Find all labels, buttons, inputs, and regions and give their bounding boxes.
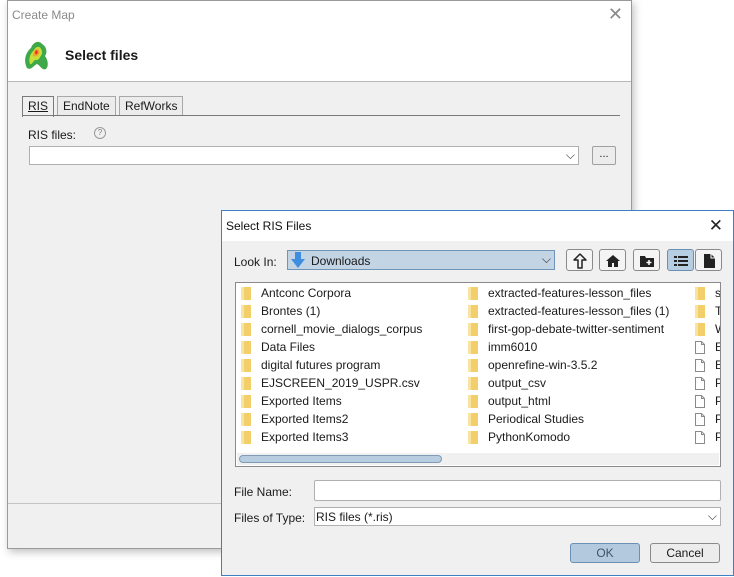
file-name: Pr <box>715 410 720 428</box>
file-name: output_csv <box>488 376 547 390</box>
look-in-combo[interactable]: Downloads ⌵ <box>287 250 555 270</box>
ris-files-combo[interactable]: ⌵ <box>29 146 579 165</box>
file-name: Pr <box>715 428 720 446</box>
folder-icon <box>468 413 478 426</box>
files-of-type-combo[interactable]: RIS files (*.ris) ⌵ <box>314 507 721 526</box>
folder-icon <box>241 305 251 318</box>
ris-files-label: RIS files: <box>28 128 77 142</box>
folder-icon <box>468 341 478 354</box>
files-of-type-label: Files of Type: <box>234 511 306 525</box>
file-name: cornell_movie_dialogs_corpus <box>261 322 423 336</box>
folder-icon <box>468 305 478 318</box>
home-icon <box>606 255 620 267</box>
file-icon <box>695 341 705 354</box>
list-view-icon <box>674 256 688 266</box>
file-icon <box>695 395 705 408</box>
help-icon[interactable]: ? <box>94 127 106 139</box>
file-icon <box>695 359 705 372</box>
folder-icon <box>468 431 478 444</box>
folder-icon <box>241 323 251 336</box>
file-name: s0 <box>715 286 721 300</box>
folder-icon <box>241 287 251 300</box>
folder-icon <box>468 377 478 390</box>
files-of-type-value: RIS files (*.ris) <box>316 510 393 524</box>
file-name: Brontes (1) <box>261 304 321 318</box>
chevron-down-icon[interactable]: ⌵ <box>566 148 575 163</box>
dialog-title: Select RIS Files <box>226 219 312 233</box>
tab-refworks[interactable]: RefWorks <box>119 96 184 115</box>
file-name: Ex <box>715 338 720 356</box>
look-in-label: Look In: <box>234 255 277 269</box>
new-folder-button[interactable] <box>633 249 660 271</box>
file-name: Periodical Studies <box>488 412 585 426</box>
scrollbar-thumb[interactable] <box>239 455 442 463</box>
file-name: digital futures program <box>261 358 381 372</box>
file-name: Pr <box>715 392 720 410</box>
download-arrow-icon <box>291 252 305 268</box>
dialog-title-bar: Select RIS Files ✕ <box>222 211 733 241</box>
file-name: Exported Items <box>261 394 342 408</box>
document-icon <box>704 254 715 268</box>
file-name: Exported Items2 <box>261 412 349 426</box>
file-name: imm6010 <box>488 340 538 354</box>
chevron-down-icon[interactable]: ⌵ <box>708 509 717 524</box>
up-folder-button[interactable] <box>566 249 593 271</box>
file-name: W <box>715 320 720 338</box>
wizard-heading: Select files <box>65 47 139 63</box>
list-view-button[interactable] <box>667 249 694 271</box>
file-icon <box>695 377 705 390</box>
chevron-down-icon[interactable]: ⌵ <box>542 252 551 267</box>
app-logo-icon <box>25 41 48 70</box>
browse-button[interactable]: ... <box>592 146 616 165</box>
folder-icon <box>241 341 251 354</box>
title-bar: Create Map ✕ <box>8 1 631 29</box>
file-list[interactable]: Antconc Corpora Brontes (1) cornell_movie_… <box>235 282 721 467</box>
file-name: openrefine-win-3.5.2 <box>488 358 598 372</box>
file-icon <box>695 413 705 426</box>
wizard-header: Select files <box>8 29 631 82</box>
file-name: Antconc Corpora <box>261 286 352 300</box>
new-folder-icon <box>640 256 654 267</box>
tab-endnote[interactable]: EndNote <box>57 96 116 115</box>
close-icon[interactable]: ✕ <box>608 5 623 23</box>
cancel-button[interactable]: Cancel <box>650 543 720 563</box>
file-name: extracted-features-lesson_files <box>488 286 652 300</box>
look-in-value: Downloads <box>311 254 371 268</box>
file-name: Ex <box>715 356 720 374</box>
select-ris-files-dialog: Select RIS Files ✕ Look In: Downloads ⌵ <box>221 210 734 576</box>
window-title: Create Map <box>12 8 75 22</box>
details-view-button[interactable] <box>695 249 722 271</box>
home-button[interactable] <box>599 249 626 271</box>
horizontal-scrollbar[interactable] <box>237 453 719 465</box>
folder-icon <box>241 377 251 390</box>
folder-icon <box>241 395 251 408</box>
file-name: Data Files <box>261 340 316 354</box>
tab-ris[interactable]: RIS <box>22 96 55 117</box>
file-name-label: File Name: <box>234 485 293 499</box>
file-name-input[interactable] <box>314 480 721 501</box>
file-name: PythonKomodo <box>488 430 571 444</box>
close-icon[interactable]: ✕ <box>709 217 723 234</box>
file-name: output_html <box>488 394 551 408</box>
folder-icon <box>468 395 478 408</box>
file-name: Ta <box>715 304 721 318</box>
file-icon <box>695 431 705 444</box>
ok-button[interactable]: OK <box>570 543 640 563</box>
folder-icon <box>241 359 251 372</box>
file-name: EJSCREEN_2019_USPR.csv <box>261 376 420 390</box>
file-name: Pr <box>715 374 720 392</box>
file-name: Exported Items3 <box>261 430 349 444</box>
folder-icon <box>468 323 478 336</box>
folder-icon <box>468 287 478 300</box>
arrow-up-icon <box>573 253 587 269</box>
folder-icon <box>695 287 705 300</box>
folder-icon <box>695 305 705 318</box>
file-name: first-gop-debate-twitter-sentiment <box>488 322 665 336</box>
folder-icon <box>241 413 251 426</box>
folder-icon <box>468 359 478 372</box>
file-name: extracted-features-lesson_files (1) <box>488 304 670 318</box>
folder-icon <box>695 323 705 336</box>
folder-icon <box>241 431 251 444</box>
